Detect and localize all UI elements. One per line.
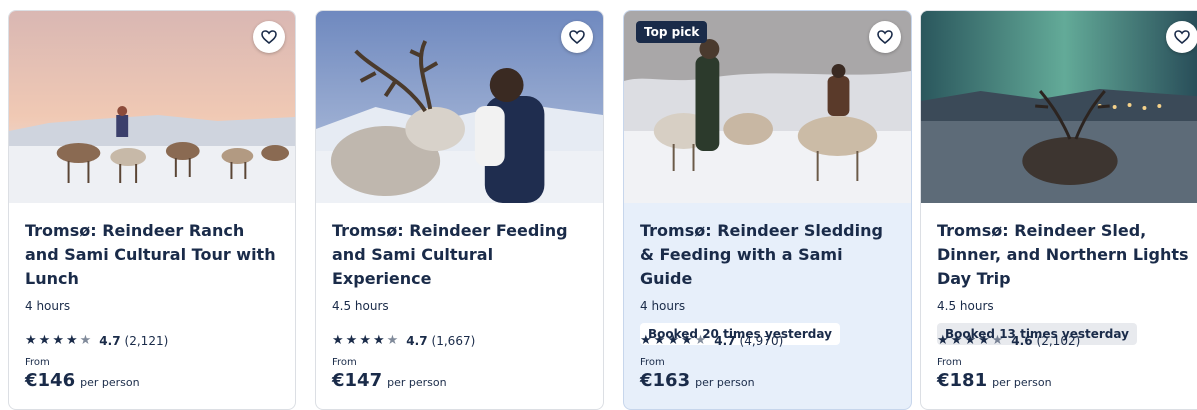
activity-title[interactable]: Tromsø: Reindeer Sled, Dinner, and North… — [937, 219, 1196, 291]
review-count: (1,667) — [431, 334, 476, 348]
top-pick-badge: Top pick — [636, 21, 708, 43]
activity-card[interactable]: Top pick Tromsø: Reindeer Sledding & Fee… — [623, 10, 912, 410]
card-body: Tromsø: Reindeer Feeding and Sami Cultur… — [332, 203, 591, 409]
star-icon: ★ — [65, 333, 78, 348]
card-footer: ★ ★ ★ ★ ★ 4.7 (4,970) From €163 per person — [640, 333, 899, 392]
star-icon: ★ — [372, 333, 385, 348]
rating: ★ ★ ★ ★ ★ 4.6 (2,102) — [937, 333, 1196, 349]
star-rating: ★ ★ ★ ★ ★ — [332, 334, 398, 348]
activity-duration: 4 hours — [640, 299, 686, 313]
per-person-label: per person — [80, 376, 140, 389]
review-count: (2,121) — [124, 334, 169, 348]
wishlist-button[interactable] — [561, 21, 593, 53]
from-label: From — [640, 357, 665, 368]
activity-title[interactable]: Tromsø: Reindeer Sledding & Feeding with… — [640, 219, 899, 291]
review-count: (4,970) — [739, 334, 784, 348]
rating-value: 4.7 — [406, 334, 428, 348]
star-icon: ★ — [345, 333, 358, 348]
star-icon: ★ — [977, 333, 990, 348]
activity-photo[interactable] — [316, 11, 603, 203]
star-icon: ★ — [640, 333, 652, 348]
star-icon: ★ — [937, 333, 949, 348]
from-label: From — [332, 357, 357, 368]
star-rating: ★ ★ ★ ★ ★ — [640, 334, 706, 348]
activity-title[interactable]: Tromsø: Reindeer Ranch and Sami Cultural… — [25, 219, 283, 291]
rating: ★ ★ ★ ★ ★ 4.7 (2,121) — [25, 333, 283, 349]
activity-duration: 4.5 hours — [937, 299, 994, 313]
star-icon: ★ — [950, 333, 963, 348]
star-icon: ★ — [359, 333, 371, 348]
rating-value: 4.6 — [1011, 334, 1033, 348]
card-body: Tromsø: Reindeer Ranch and Sami Cultural… — [25, 203, 283, 409]
star-icon: ★ — [38, 333, 51, 348]
price: €181 — [937, 370, 988, 391]
star-icon: ★ — [52, 333, 64, 348]
review-count: (2,102) — [1036, 334, 1081, 348]
rating: ★ ★ ★ ★ ★ 4.7 (4,970) — [640, 333, 899, 349]
heart-outline-icon — [1174, 30, 1190, 45]
card-footer: ★ ★ ★ ★ ★ 4.7 (1,667) From €147 per person — [332, 333, 591, 392]
half-star-icon: ★ — [991, 333, 1004, 348]
from-label: From — [937, 357, 962, 368]
activity-photo[interactable] — [921, 11, 1197, 203]
price: €147 — [332, 370, 383, 391]
star-icon: ★ — [680, 333, 693, 348]
half-star-icon: ★ — [79, 333, 92, 348]
activity-photo[interactable] — [9, 11, 295, 203]
price: €163 — [640, 370, 691, 391]
activity-card[interactable]: Tromsø: Reindeer Sled, Dinner, and North… — [920, 10, 1197, 410]
star-rating: ★ ★ ★ ★ ★ — [937, 334, 1003, 348]
activity-duration: 4 hours — [25, 299, 71, 313]
card-footer: ★ ★ ★ ★ ★ 4.6 (2,102) From €181 per person — [937, 333, 1196, 392]
per-person-label: per person — [387, 376, 447, 389]
rating-value: 4.7 — [714, 334, 736, 348]
card-footer: ★ ★ ★ ★ ★ 4.7 (2,121) From €146 per person — [25, 333, 283, 392]
rating: ★ ★ ★ ★ ★ 4.7 (1,667) — [332, 333, 591, 349]
price: €146 — [25, 370, 76, 391]
activity-title[interactable]: Tromsø: Reindeer Feeding and Sami Cultur… — [332, 219, 591, 291]
from-label: From — [25, 357, 50, 368]
star-icon: ★ — [332, 333, 344, 348]
per-person-label: per person — [695, 376, 755, 389]
per-person-label: per person — [992, 376, 1052, 389]
heart-outline-icon — [569, 30, 585, 45]
price-line: €181 per person — [937, 370, 1196, 391]
star-icon: ★ — [25, 333, 37, 348]
activity-card-row: Tromsø: Reindeer Ranch and Sami Cultural… — [0, 0, 1197, 410]
activity-card[interactable]: Tromsø: Reindeer Ranch and Sami Cultural… — [8, 10, 296, 410]
price-line: €163 per person — [640, 370, 899, 391]
wishlist-button[interactable] — [869, 21, 901, 53]
activity-duration: 4.5 hours — [332, 299, 389, 313]
price-line: €146 per person — [25, 370, 283, 391]
star-rating: ★ ★ ★ ★ ★ — [25, 334, 91, 348]
wishlist-button[interactable] — [253, 21, 285, 53]
price-line: €147 per person — [332, 370, 591, 391]
card-body: Tromsø: Reindeer Sled, Dinner, and North… — [937, 203, 1196, 409]
star-icon: ★ — [653, 333, 666, 348]
half-star-icon: ★ — [694, 333, 707, 348]
activity-card[interactable]: Tromsø: Reindeer Feeding and Sami Cultur… — [315, 10, 604, 410]
card-body: Tromsø: Reindeer Sledding & Feeding with… — [640, 203, 899, 409]
heart-outline-icon — [877, 30, 893, 45]
star-icon: ★ — [964, 333, 976, 348]
heart-outline-icon — [261, 30, 277, 45]
half-star-icon: ★ — [386, 333, 399, 348]
wishlist-button[interactable] — [1166, 21, 1197, 53]
rating-value: 4.7 — [99, 334, 121, 348]
star-icon: ★ — [667, 333, 679, 348]
